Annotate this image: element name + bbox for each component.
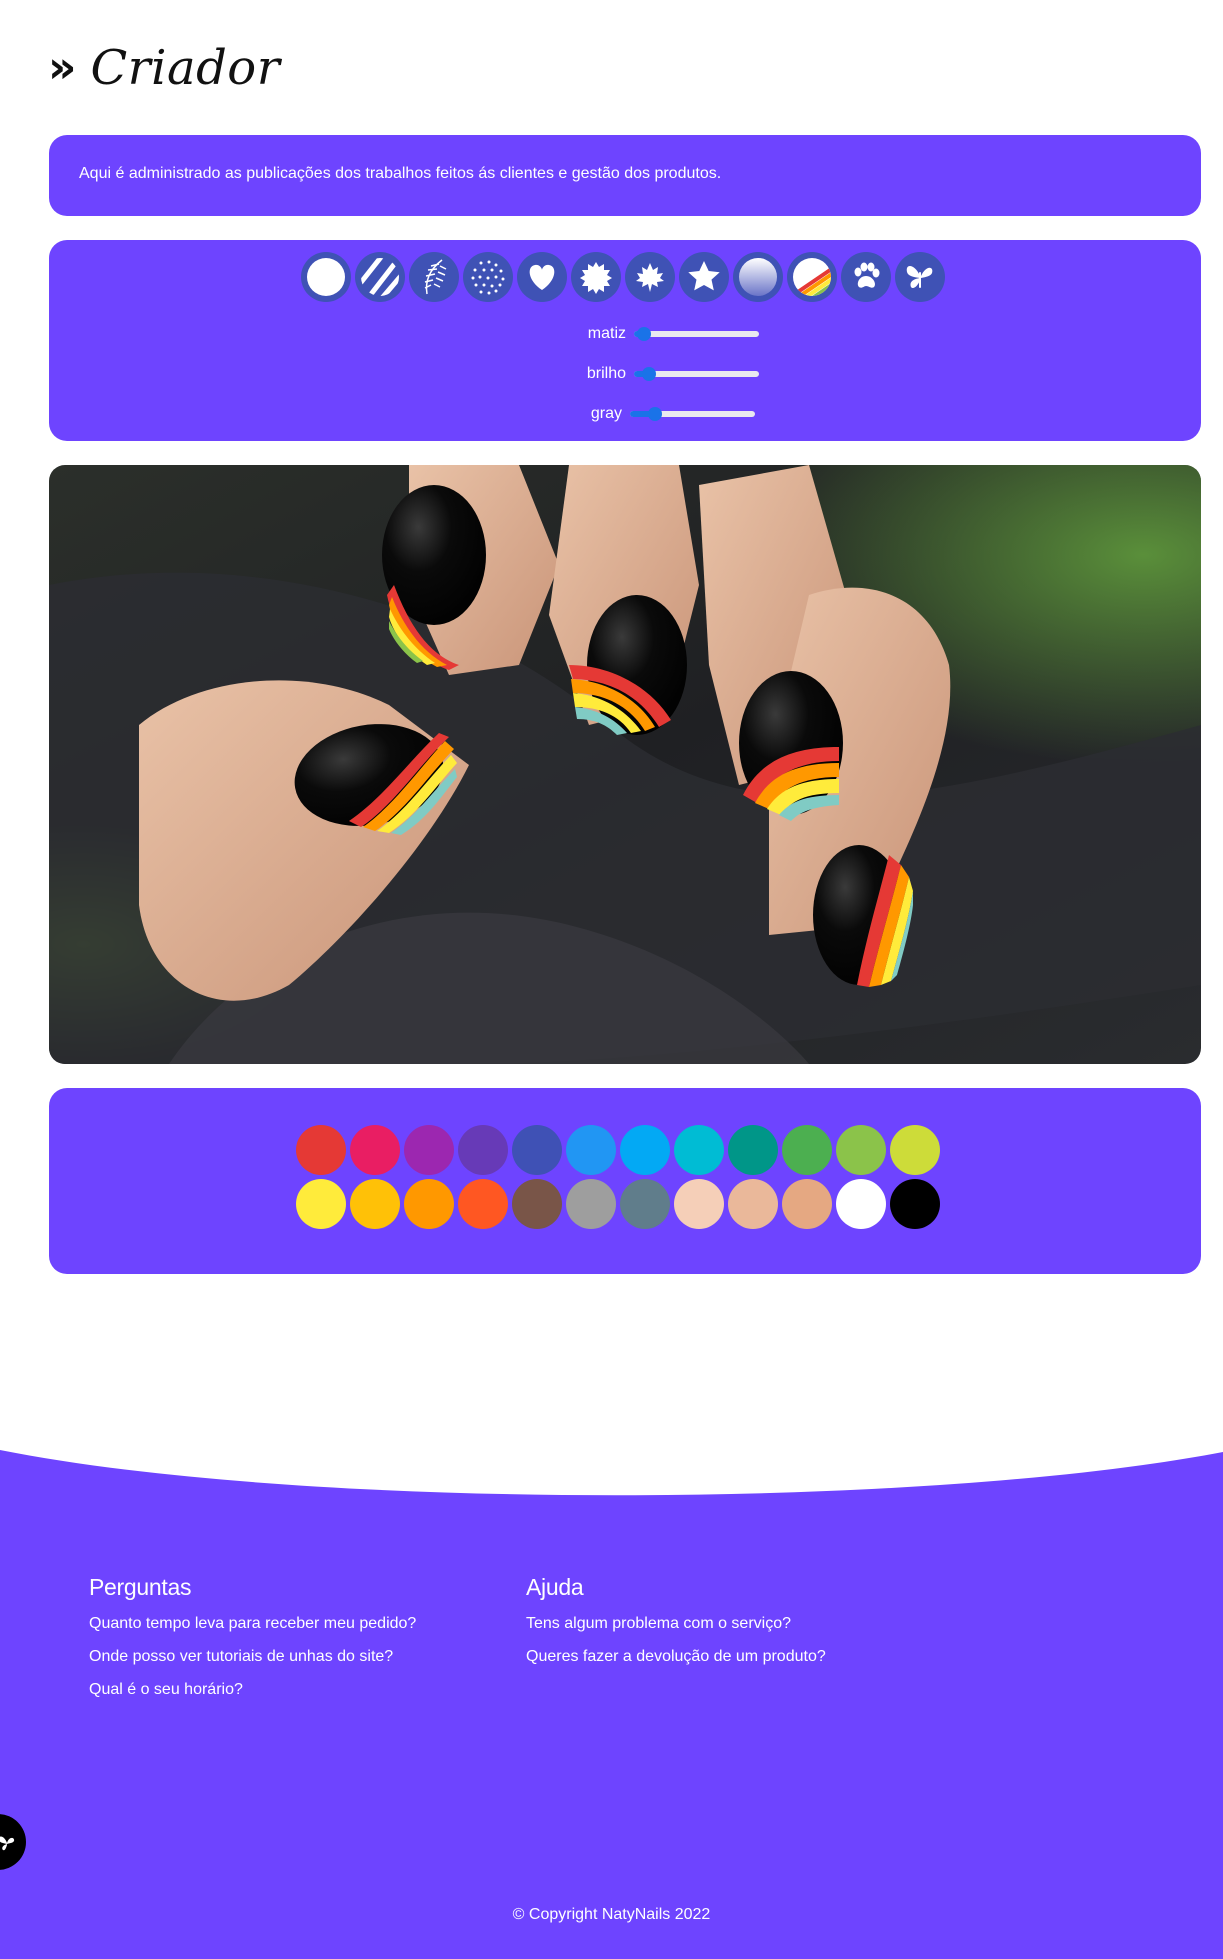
pattern-heart-button[interactable] bbox=[517, 252, 567, 302]
stripes-icon bbox=[361, 258, 399, 296]
slider-row-gray: gray bbox=[49, 402, 1201, 426]
pattern-paw-button[interactable] bbox=[841, 252, 891, 302]
pattern-rainbow-button[interactable] bbox=[787, 252, 837, 302]
pattern-maple-button[interactable] bbox=[625, 252, 675, 302]
color-swatch[interactable] bbox=[458, 1125, 508, 1175]
page-title-text: Criador bbox=[90, 40, 281, 96]
footer-help-column: Ajuda Tens algum problema com o serviço?… bbox=[526, 1574, 826, 1681]
color-swatch[interactable] bbox=[890, 1125, 940, 1175]
color-swatch[interactable] bbox=[566, 1179, 616, 1229]
footer-questions-column: Perguntas Quanto tempo leva para receber… bbox=[89, 1574, 416, 1714]
pattern-selector bbox=[301, 252, 945, 302]
gradient-icon bbox=[739, 258, 777, 296]
info-panel: Aqui é administrado as publicações dos t… bbox=[49, 135, 1201, 216]
pattern-leaf-button[interactable] bbox=[409, 252, 459, 302]
pattern-butterfly-button[interactable] bbox=[895, 252, 945, 302]
color-swatch[interactable] bbox=[350, 1179, 400, 1229]
gray-slider[interactable] bbox=[630, 407, 755, 421]
pattern-plain-button[interactable] bbox=[301, 252, 351, 302]
footer: Perguntas Quanto tempo leva para receber… bbox=[0, 1440, 1223, 1959]
footer-link-return[interactable]: Queres fazer a devolução de um produto? bbox=[526, 1648, 826, 1666]
slider-row-matiz: matiz bbox=[49, 322, 1201, 346]
color-swatch[interactable] bbox=[404, 1179, 454, 1229]
butterfly-icon bbox=[906, 266, 933, 289]
nail-preview-image bbox=[49, 465, 1201, 1064]
color-swatch[interactable] bbox=[728, 1125, 778, 1175]
slider-row-brilho: brilho bbox=[49, 362, 1201, 386]
color-swatch[interactable] bbox=[782, 1125, 832, 1175]
color-swatch[interactable] bbox=[836, 1179, 886, 1229]
color-swatch[interactable] bbox=[566, 1125, 616, 1175]
page: » Criador Aqui é administrado as publica… bbox=[0, 0, 1223, 1959]
pattern-dots-button[interactable] bbox=[463, 252, 513, 302]
color-swatch[interactable] bbox=[836, 1125, 886, 1175]
footer-questions-title: Perguntas bbox=[89, 1574, 192, 1600]
nail-photo bbox=[49, 465, 1201, 1064]
tools-panel: matiz brilho gray bbox=[49, 240, 1201, 441]
brilho-slider[interactable] bbox=[634, 367, 759, 381]
brilho-slider-handle[interactable] bbox=[642, 367, 656, 381]
slider-label-matiz: matiz bbox=[587, 325, 626, 342]
plain-icon bbox=[307, 258, 345, 296]
color-swatch[interactable] bbox=[458, 1179, 508, 1229]
page-title: » Criador bbox=[48, 44, 280, 92]
burst-icon bbox=[580, 262, 612, 294]
footer-link-service-problem[interactable]: Tens algum problema com o serviço? bbox=[526, 1615, 826, 1633]
color-swatches bbox=[296, 1125, 950, 1229]
chevron-icon: » bbox=[48, 42, 77, 93]
color-swatch[interactable] bbox=[890, 1179, 940, 1229]
heart-icon bbox=[529, 264, 555, 290]
color-swatch[interactable] bbox=[674, 1179, 724, 1229]
color-swatch[interactable] bbox=[782, 1179, 832, 1229]
color-swatch[interactable] bbox=[296, 1125, 346, 1175]
pattern-star-button[interactable] bbox=[679, 252, 729, 302]
color-swatch[interactable] bbox=[512, 1179, 562, 1229]
color-palette-panel bbox=[49, 1088, 1201, 1274]
info-text: Aqui é administrado as publicações dos t… bbox=[79, 165, 722, 182]
color-swatch[interactable] bbox=[674, 1125, 724, 1175]
color-swatch[interactable] bbox=[512, 1125, 562, 1175]
slider-label-gray: gray bbox=[590, 405, 622, 422]
color-swatch[interactable] bbox=[620, 1179, 670, 1229]
pattern-gradient-button[interactable] bbox=[733, 252, 783, 302]
footer-link-hours[interactable]: Qual é o seu horário? bbox=[89, 1681, 416, 1699]
color-swatch[interactable] bbox=[350, 1125, 400, 1175]
footer-link-delivery[interactable]: Quanto tempo leva para receber meu pedid… bbox=[89, 1615, 416, 1633]
color-swatch[interactable] bbox=[728, 1179, 778, 1229]
star-icon bbox=[688, 261, 720, 291]
pattern-burst-button[interactable] bbox=[571, 252, 621, 302]
slider-label-brilho: brilho bbox=[586, 365, 626, 382]
footer-link-tutorials[interactable]: Onde posso ver tutoriais de unhas do sit… bbox=[89, 1648, 416, 1666]
pattern-stripes-button[interactable] bbox=[355, 252, 405, 302]
dots-icon bbox=[469, 258, 507, 296]
maple-leaf-icon bbox=[636, 263, 664, 292]
copyright: © Copyright NatyNails 2022 bbox=[512, 1906, 711, 1923]
color-swatch[interactable] bbox=[404, 1125, 454, 1175]
color-swatch[interactable] bbox=[620, 1125, 670, 1175]
matiz-slider-handle[interactable] bbox=[637, 327, 651, 341]
paw-icon bbox=[854, 262, 880, 288]
leaf-icon bbox=[424, 259, 447, 295]
butterfly-icon bbox=[0, 1836, 15, 1851]
rainbow-icon bbox=[793, 258, 831, 296]
gray-slider-handle[interactable] bbox=[648, 407, 662, 421]
color-swatch[interactable] bbox=[296, 1179, 346, 1229]
matiz-slider[interactable] bbox=[634, 327, 759, 341]
footer-help-title: Ajuda bbox=[526, 1574, 584, 1600]
